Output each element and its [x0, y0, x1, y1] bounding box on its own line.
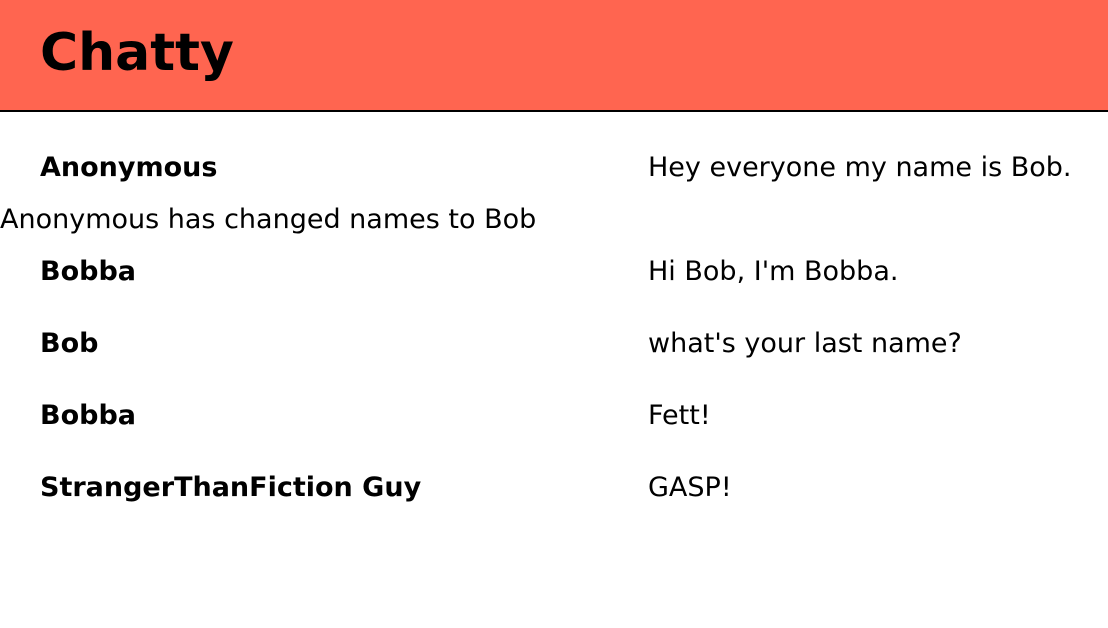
message-item: StrangerThanFiction Guy GASP!: [0, 468, 1108, 508]
navbar: Chatty: [0, 0, 1108, 112]
system-notification: Anonymous has changed names to Bob: [0, 204, 537, 235]
message-username: Anonymous: [40, 152, 218, 183]
message-username: Bob: [40, 328, 99, 359]
message-username: Bobba: [40, 400, 137, 431]
message-content: Hi Bob, I'm Bobba.: [648, 256, 899, 287]
message-username: Bobba: [40, 256, 137, 287]
message-item: Bobba Fett!: [0, 396, 1108, 436]
message-content: what's your last name?: [648, 328, 962, 359]
message-username: StrangerThanFiction Guy: [40, 472, 422, 503]
message-item: Bob what's your last name?: [0, 324, 1108, 364]
message-content: GASP!: [648, 472, 732, 503]
message-item: Bobba Hi Bob, I'm Bobba.: [0, 252, 1108, 292]
app-title: Chatty: [40, 23, 234, 83]
message-item: Anonymous Hey everyone my name is Bob.: [0, 148, 1108, 188]
message-content: Fett!: [648, 400, 711, 431]
message-list: Anonymous Hey everyone my name is Bob. A…: [0, 112, 1108, 628]
message-content: Hey everyone my name is Bob.: [648, 152, 1072, 183]
